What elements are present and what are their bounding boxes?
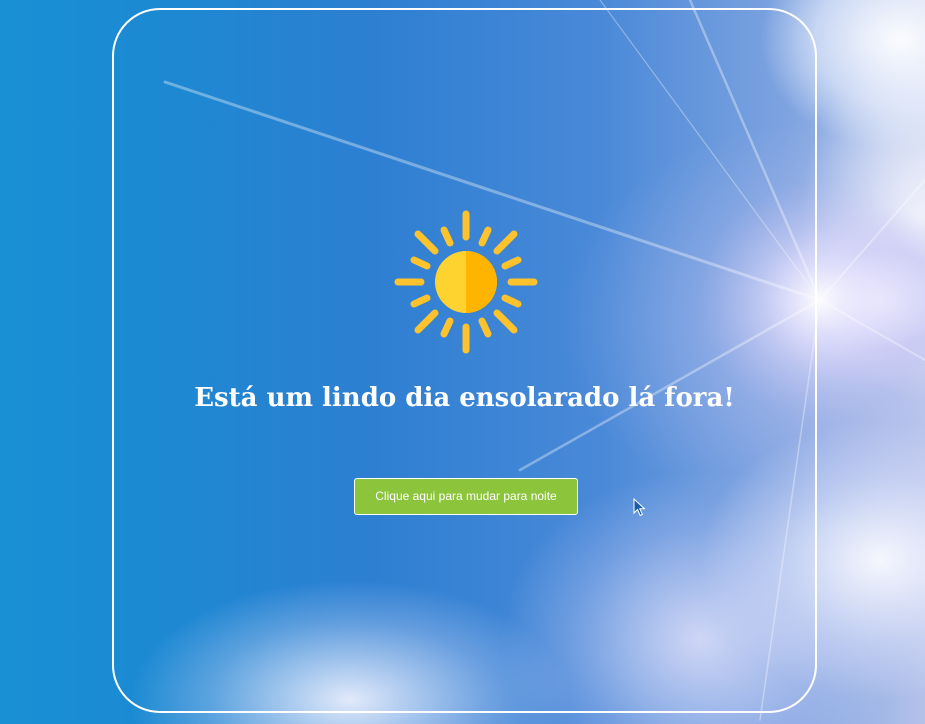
sun-icon	[394, 210, 538, 354]
mouse-cursor-icon	[633, 498, 646, 517]
switch-to-night-button[interactable]: Clique aqui para mudar para noite	[354, 478, 578, 515]
weather-message: Está um lindo dia ensolarado lá fora!	[194, 383, 735, 413]
weather-card	[112, 8, 817, 713]
